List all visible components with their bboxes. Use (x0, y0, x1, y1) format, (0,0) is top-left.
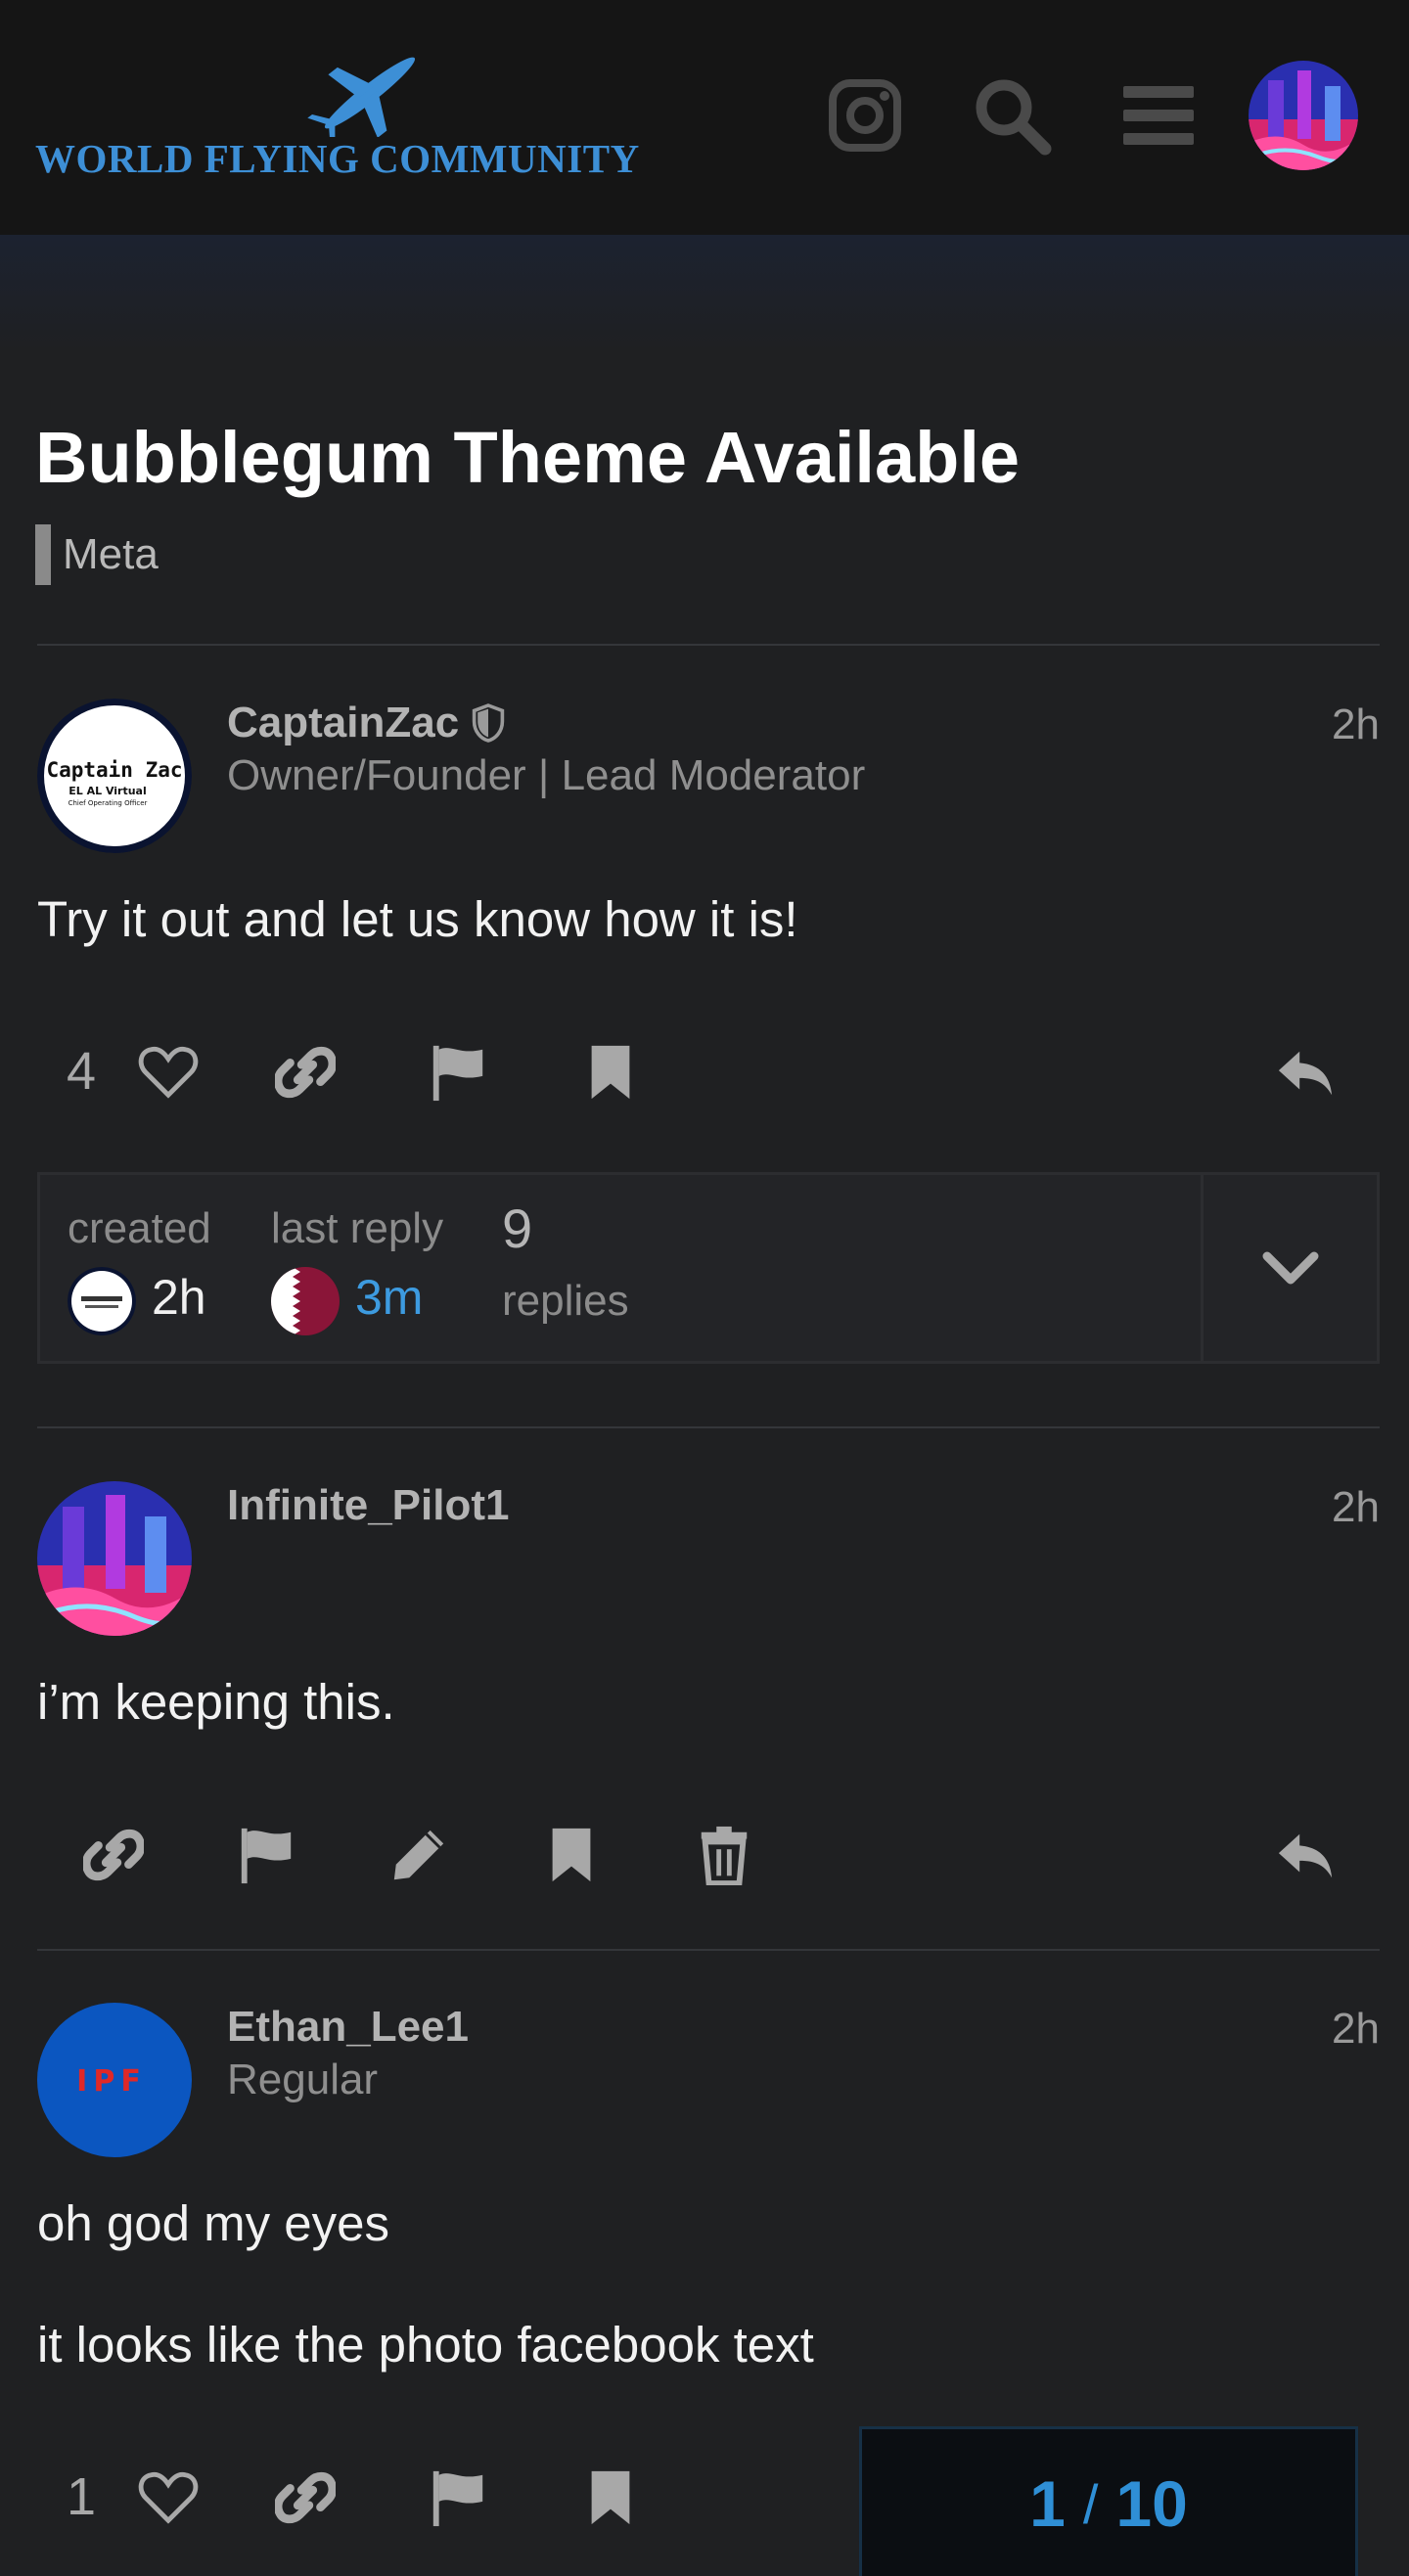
user-title: Owner/Founder | Lead Moderator (227, 751, 866, 799)
replies-count: 9 (502, 1198, 533, 1259)
flag-button[interactable] (229, 1818, 303, 1892)
bookmark-button[interactable] (573, 2461, 648, 2535)
last-reply-avatar (271, 1267, 340, 1335)
post-2: Infinite_Pilot1 2h i’m keeping this. (37, 1481, 1380, 1931)
reply-button[interactable] (1268, 1818, 1342, 1892)
bookmark-icon (591, 1045, 630, 1100)
topic-map: created 2h last reply 3m 9 replies (37, 1172, 1380, 1364)
avatar-art (37, 1481, 192, 1636)
avatar-text: EL AL Virtual (68, 785, 147, 797)
trash-icon (701, 1826, 748, 1885)
username: Ethan_Lee1 (227, 2003, 469, 2051)
site-logo[interactable]: WORLD FLYING COMMUNITY (35, 49, 661, 186)
like-count[interactable]: 4 (67, 1041, 96, 1102)
post-username[interactable]: Infinite_Pilot1 (227, 1481, 509, 1530)
post-time[interactable]: 2h (1332, 1483, 1380, 1532)
progress-separator: / (1082, 2473, 1099, 2535)
avatar-art (1249, 61, 1358, 170)
divider (37, 644, 1380, 646)
logo-text: WORLD FLYING COMMUNITY (35, 136, 640, 181)
like-count[interactable]: 1 (67, 2466, 96, 2527)
username: CaptainZac (227, 699, 460, 746)
bookmark-icon (591, 2470, 630, 2525)
reply-icon (1278, 1051, 1333, 1096)
avatar[interactable]: Captain Zac EL AL Virtual Chief Operatin… (37, 699, 192, 853)
post-time[interactable]: 2h (1332, 700, 1380, 749)
last-reply-time: 3m (355, 1270, 424, 1325)
last-reply-label: last reply (271, 1204, 444, 1252)
copy-link-button[interactable] (76, 1818, 151, 1892)
like-button[interactable] (131, 2461, 205, 2535)
created-info[interactable]: created 2h (68, 1175, 263, 1361)
instagram-button[interactable] (824, 74, 906, 157)
flag-button[interactable] (421, 1035, 495, 1109)
avatar-text: IPF (76, 2064, 147, 2099)
bookmark-button[interactable] (534, 1818, 609, 1892)
last-reply-info[interactable]: last reply 3m (271, 1175, 496, 1361)
like-button[interactable] (131, 1035, 205, 1109)
header-shade (0, 235, 1409, 352)
category-label: Meta (63, 530, 159, 578)
instagram-icon (829, 79, 901, 152)
bookmark-button[interactable] (573, 1035, 648, 1109)
replies-label: replies (502, 1277, 629, 1325)
post-body: it looks like the photo facebook text (37, 2317, 814, 2373)
progress-current: 1 (1029, 2467, 1066, 2540)
link-icon (83, 1829, 144, 1881)
hamburger-menu-button[interactable] (1117, 74, 1200, 157)
reply-button[interactable] (1268, 1035, 1342, 1109)
flag-button[interactable] (421, 2461, 495, 2535)
progress-total: 10 (1115, 2467, 1188, 2540)
topic-progress[interactable]: 1 / 10 (859, 2426, 1358, 2576)
post-username[interactable]: Ethan_Lee1 (227, 2003, 469, 2052)
plane-icon (307, 57, 416, 137)
pencil-icon (393, 1830, 444, 1880)
post-body: Try it out and let us know how it is! (37, 891, 798, 947)
topic-title[interactable]: Bubblegum Theme Available (35, 416, 1020, 499)
flag-icon (432, 2470, 483, 2527)
created-label: created (68, 1204, 211, 1252)
search-icon (976, 79, 1052, 156)
user-title: Regular (227, 2056, 379, 2103)
expand-topic-map-button[interactable] (1201, 1175, 1377, 1361)
delete-button[interactable] (687, 1818, 761, 1892)
divider (37, 1426, 1380, 1428)
post-body: oh god my eyes (37, 2195, 390, 2251)
divider (37, 1949, 1380, 1951)
replies-info: 9 replies (502, 1175, 698, 1361)
flag-icon (241, 1828, 292, 1884)
heart-icon (138, 2471, 199, 2524)
created-time: 2h (152, 1270, 206, 1325)
username: Infinite_Pilot1 (227, 1481, 510, 1529)
link-icon (275, 1046, 336, 1099)
avatar-art: Captain Zac EL AL Virtual Chief Operatin… (37, 699, 192, 853)
topic-category[interactable]: Meta (35, 524, 159, 585)
reply-icon (1278, 1833, 1333, 1878)
post-body: i’m keeping this. (37, 1674, 395, 1730)
hamburger-menu-icon (1123, 86, 1194, 145)
avatar-text: Captain Zac (46, 758, 182, 782)
avatar[interactable] (37, 1481, 192, 1636)
copy-link-button[interactable] (268, 1035, 342, 1109)
chevron-down-icon (1262, 1251, 1318, 1285)
category-color-bar (35, 524, 51, 585)
edit-button[interactable] (382, 1818, 456, 1892)
avatar[interactable]: IPF (37, 2003, 192, 2157)
current-user-avatar[interactable] (1249, 61, 1358, 170)
post-time[interactable]: 2h (1332, 2005, 1380, 2054)
copy-link-button[interactable] (268, 2461, 342, 2535)
bookmark-icon (552, 1828, 591, 1882)
moderator-shield-icon (472, 703, 505, 743)
post-username[interactable]: CaptainZac (227, 699, 506, 747)
avatar-text: Chief Operating Officer (68, 799, 148, 807)
avatar-art: IPF (37, 2003, 192, 2157)
link-icon (275, 2471, 336, 2524)
search-button[interactable] (971, 74, 1053, 157)
flag-icon (432, 1045, 483, 1102)
created-avatar (68, 1267, 136, 1335)
heart-icon (138, 1046, 199, 1099)
